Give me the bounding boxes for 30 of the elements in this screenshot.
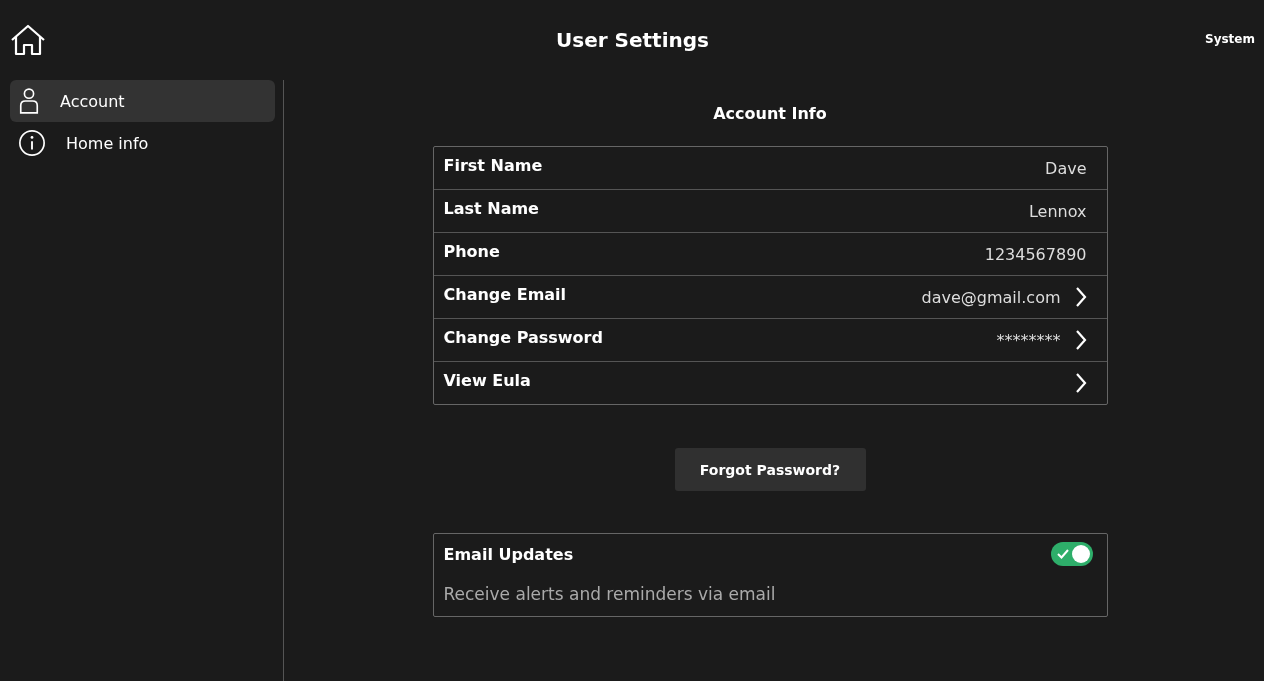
link-row[interactable]: Change Email dave@gmail.com xyxy=(433,275,1107,318)
row-label: Change Email xyxy=(443,284,568,304)
info-icon xyxy=(18,129,46,157)
row-value: ******** xyxy=(996,330,1061,350)
sidebar-item[interactable]: Account xyxy=(10,80,275,122)
page-title: User Settings xyxy=(556,28,709,52)
check-icon xyxy=(1056,549,1069,559)
link-row[interactable]: View Eula xyxy=(433,361,1107,404)
row-value: Lennox xyxy=(1028,201,1087,221)
row-value: 1234567890 xyxy=(984,244,1087,264)
sidebar-item[interactable]: Home info xyxy=(10,122,275,164)
section-title: Account Info xyxy=(713,104,827,123)
row-value: Dave xyxy=(1045,158,1087,178)
row-value: dave@gmail.com xyxy=(921,287,1061,307)
home-icon[interactable] xyxy=(10,24,46,56)
email-updates-label: Email Updates xyxy=(443,544,575,564)
system-link[interactable]: System xyxy=(1205,32,1255,46)
row-label: Change Password xyxy=(443,327,604,347)
link-row[interactable]: Change Password ******** xyxy=(433,318,1107,361)
forgot-password-button[interactable]: Forgot Password? xyxy=(674,448,866,491)
chevron-right-icon xyxy=(1074,372,1087,394)
chevron-right-icon xyxy=(1074,329,1087,351)
row-label: Last Name xyxy=(443,198,540,218)
toggle-switch[interactable] xyxy=(1050,542,1093,566)
row-label: View Eula xyxy=(443,370,532,390)
chevron-right-icon xyxy=(1074,286,1087,308)
row-label: First Name xyxy=(443,155,544,175)
row-label: Phone xyxy=(443,241,501,261)
person-icon xyxy=(18,87,40,115)
email-updates-description: Receive alerts and reminders via email xyxy=(443,584,777,604)
